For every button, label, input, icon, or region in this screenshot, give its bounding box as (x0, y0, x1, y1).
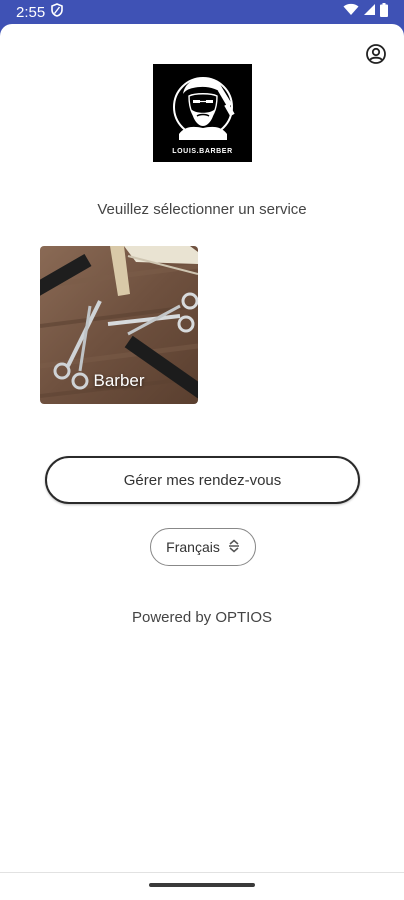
status-left: 2:55 (16, 3, 64, 21)
account-circle-icon[interactable] (365, 43, 387, 65)
logo-text: LOUIS.BARBER (172, 148, 233, 155)
service-card-barber[interactable]: Barber (40, 246, 198, 404)
language-selected: Français (166, 539, 220, 555)
home-indicator[interactable] (149, 883, 255, 887)
navigation-bar (0, 872, 404, 900)
status-time: 2:55 (16, 3, 46, 21)
service-label: Barber (93, 371, 145, 390)
signal-icon (363, 3, 376, 21)
status-right (343, 2, 388, 22)
unfold-icon (228, 539, 240, 556)
language-select[interactable]: Français (150, 528, 256, 566)
shield-icon (51, 3, 64, 21)
business-logo: LOUIS.BARBER (153, 64, 252, 162)
main-sheet: LOUIS.BARBER Veuillez sélectionner un se… (0, 24, 404, 900)
wifi-icon (343, 3, 359, 21)
status-bar: 2:55 (0, 0, 404, 24)
powered-by-text: Powered by OPTIOS (131, 609, 273, 626)
service-prompt: Veuillez sélectionner un service (97, 201, 307, 218)
battery-icon (380, 2, 388, 22)
manage-appointments-button[interactable]: Gérer mes rendez-vous (45, 456, 360, 504)
